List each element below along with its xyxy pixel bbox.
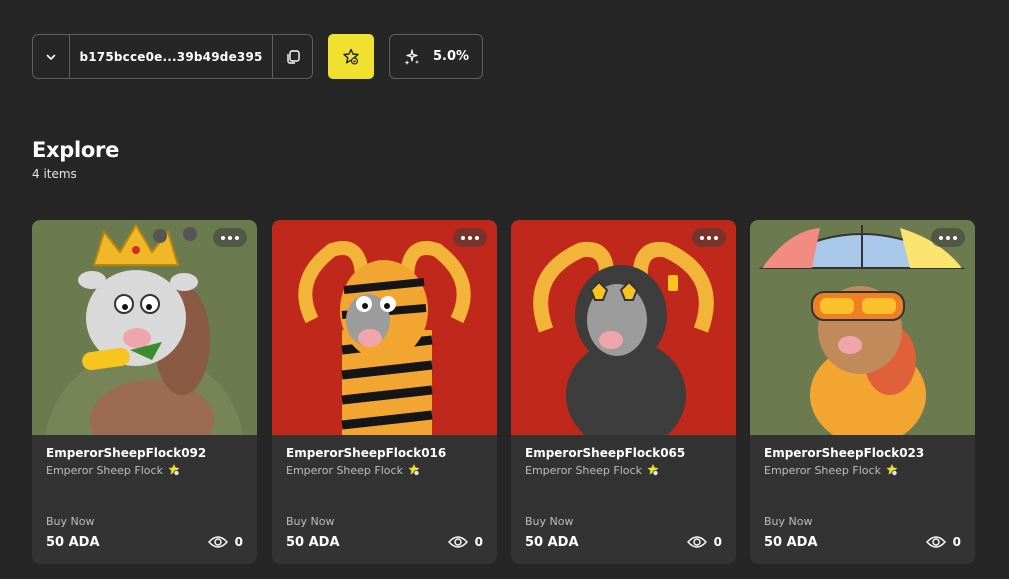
collection-label: Emperor Sheep Flock [764, 463, 881, 477]
chevron-down-icon [46, 54, 56, 60]
collection-label: Emperor Sheep Flock [286, 463, 403, 477]
collection-name: Emperor Sheep Flock [286, 463, 421, 477]
eye-icon [686, 536, 707, 548]
collection-name: Emperor Sheep Flock [46, 463, 181, 477]
view-count-value: 0 [952, 535, 961, 549]
eye-icon [447, 536, 468, 548]
verified-filter-button[interactable] [328, 34, 374, 79]
verified-star-icon [168, 464, 180, 476]
wallet-selector: b175bcce0e...39b49de395 [32, 34, 313, 79]
nft-card[interactable]: EmperorSheepFlock016 Emperor Sheep Flock… [272, 220, 497, 564]
copy-icon [286, 49, 300, 64]
verified-star-icon [647, 464, 659, 476]
view-count: 0 [207, 535, 243, 549]
buy-now-label: Buy Now [46, 515, 95, 528]
royalty-indicator[interactable]: 5.0% [389, 34, 483, 79]
view-count-value: 0 [713, 535, 722, 549]
verified-star-icon [408, 464, 420, 476]
view-count-value: 0 [234, 535, 243, 549]
wallet-dropdown-button[interactable] [33, 35, 70, 78]
eye-icon [925, 536, 946, 548]
nft-card[interactable]: EmperorSheepFlock023 Emperor Sheep Flock… [750, 220, 975, 564]
price: 50 ADA [525, 535, 579, 550]
price: 50 ADA [46, 535, 100, 550]
eye-icon [207, 536, 228, 548]
sparkles-icon [404, 48, 419, 65]
collection-name: Emperor Sheep Flock [764, 463, 899, 477]
view-count: 0 [447, 535, 483, 549]
nft-name: EmperorSheepFlock023 [764, 446, 925, 460]
buy-now-label: Buy Now [525, 515, 574, 528]
nft-name: EmperorSheepFlock016 [286, 446, 447, 460]
more-options-button[interactable] [213, 228, 247, 247]
royalty-value: 5.0% [432, 49, 470, 64]
nft-card[interactable]: EmperorSheepFlock092 Emperor Sheep Flock… [32, 220, 257, 564]
view-count: 0 [925, 535, 961, 549]
nft-image [272, 220, 497, 435]
copy-address-button[interactable] [272, 35, 312, 78]
item-count: 4 items [32, 167, 77, 181]
collection-label: Emperor Sheep Flock [525, 463, 642, 477]
collection-name: Emperor Sheep Flock [525, 463, 660, 477]
price: 50 ADA [286, 535, 340, 550]
nft-image [32, 220, 257, 435]
collection-label: Emperor Sheep Flock [46, 463, 163, 477]
price: 50 ADA [764, 535, 818, 550]
buy-now-label: Buy Now [286, 515, 335, 528]
more-options-button[interactable] [931, 228, 965, 247]
nft-card[interactable]: EmperorSheepFlock065 Emperor Sheep Flock… [511, 220, 736, 564]
verified-star-icon [886, 464, 898, 476]
more-options-button[interactable] [453, 228, 487, 247]
view-count-value: 0 [474, 535, 483, 549]
wallet-address: b175bcce0e...39b49de395 [79, 49, 263, 64]
view-count: 0 [686, 535, 722, 549]
nft-name: EmperorSheepFlock065 [525, 446, 686, 460]
buy-now-label: Buy Now [764, 515, 813, 528]
page-title: Explore [32, 138, 120, 162]
verified-star-icon [343, 48, 359, 65]
more-options-button[interactable] [692, 228, 726, 247]
nft-image [750, 220, 975, 435]
nft-image [511, 220, 736, 435]
nft-name: EmperorSheepFlock092 [46, 446, 207, 460]
